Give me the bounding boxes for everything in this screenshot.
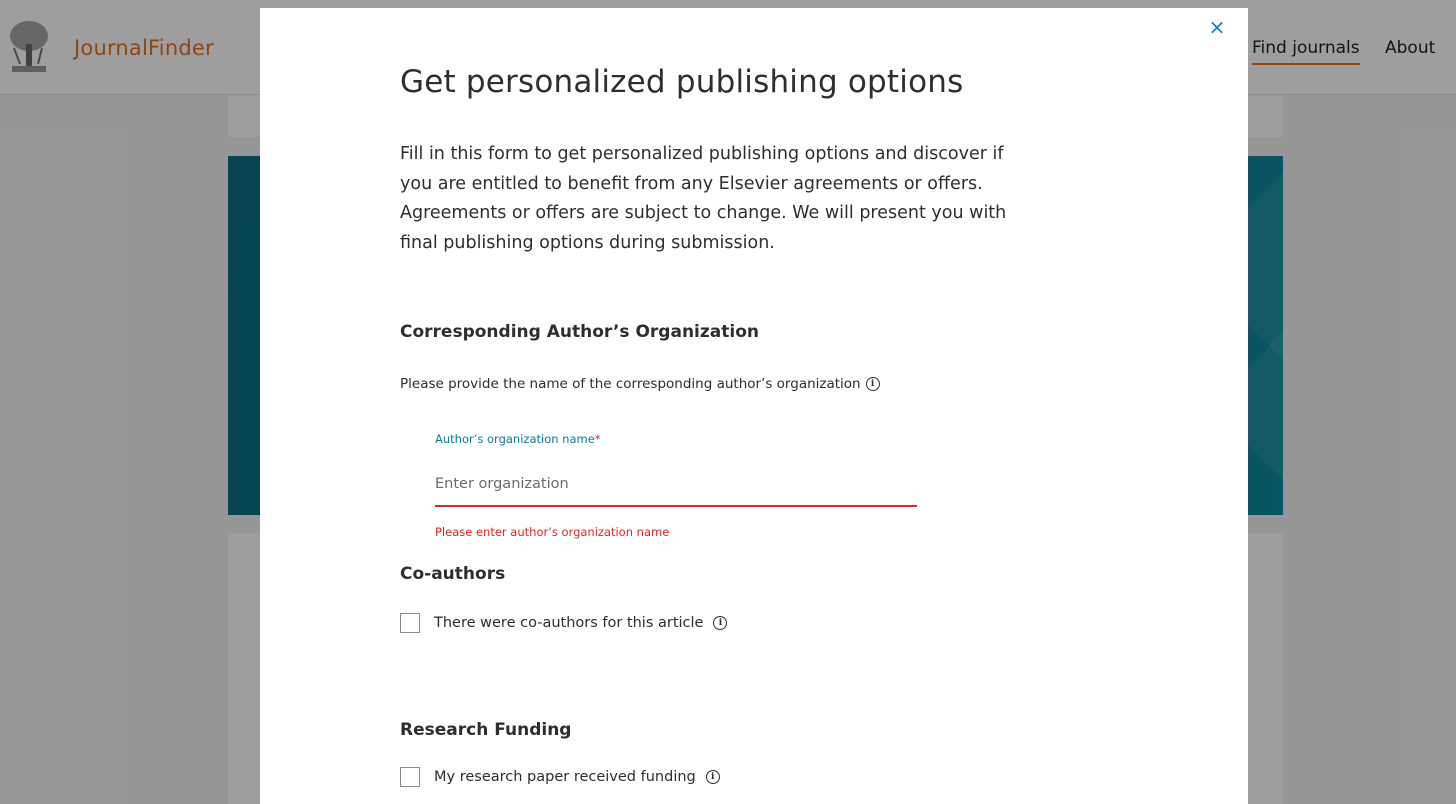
info-icon[interactable]: i bbox=[865, 377, 880, 391]
info-icon[interactable]: i bbox=[713, 616, 728, 630]
organization-field-label-text: Author’s organization name bbox=[435, 432, 595, 446]
organization-help-text: Please provide the name of the correspon… bbox=[400, 376, 861, 392]
required-mark: * bbox=[594, 432, 601, 446]
organization-field-label: Author’s organization name* bbox=[435, 432, 601, 446]
modal-title: Get personalized publishing options bbox=[400, 64, 964, 100]
close-icon[interactable]: × bbox=[1205, 15, 1229, 39]
coauthors-checkbox[interactable] bbox=[400, 613, 420, 633]
info-icon[interactable]: i bbox=[705, 770, 720, 784]
coauthors-heading: Co-authors bbox=[400, 564, 506, 584]
funding-checkbox-row[interactable]: My research paper received funding i bbox=[400, 767, 720, 787]
coauthors-checkbox-label[interactable]: There were co-authors for this article bbox=[434, 615, 703, 631]
organization-error: Please enter author’s organization name bbox=[435, 525, 670, 539]
funding-checkbox-label[interactable]: My research paper received funding bbox=[434, 769, 696, 785]
modal-intro: Fill in this form to get personalized pu… bbox=[400, 144, 1007, 253]
organization-help: Please provide the name of the correspon… bbox=[400, 376, 880, 392]
organization-input[interactable] bbox=[435, 463, 917, 507]
organization-heading: Corresponding Author’s Organization bbox=[400, 322, 759, 342]
publishing-options-modal: × Get personalized publishing options Fi… bbox=[260, 8, 1248, 804]
funding-checkbox[interactable] bbox=[400, 767, 420, 787]
funding-heading: Research Funding bbox=[400, 720, 572, 740]
coauthors-checkbox-row[interactable]: There were co-authors for this article i bbox=[400, 613, 728, 633]
